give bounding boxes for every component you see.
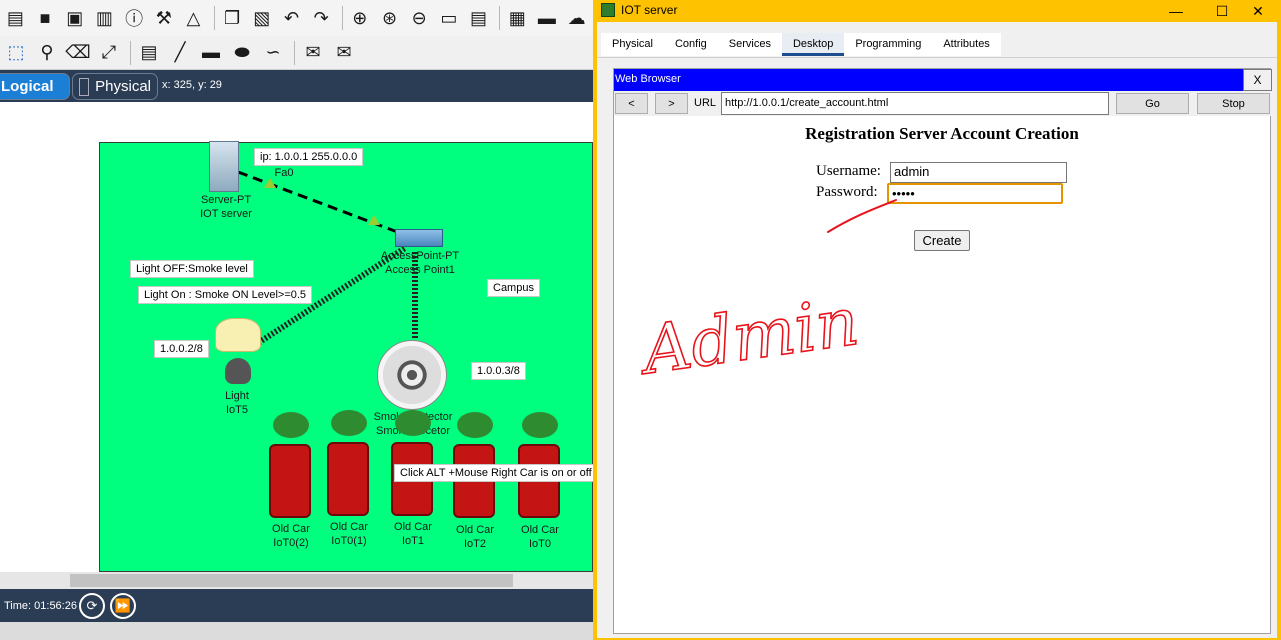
iot-server-window: IOT server — ☐ ✕ Physical Config Service… [593, 0, 1281, 640]
server-ip-note[interactable]: ip: 1.0.0.1 255.0.0.0 [254, 148, 364, 166]
tab-physical[interactable]: Physical [601, 33, 664, 56]
car-name: IoT2 [463, 538, 486, 550]
scrollbar-thumb[interactable] [70, 574, 513, 587]
light-label: Light IoT5 [213, 389, 261, 417]
packet-tracer-workspace: ▤ ■ ▣ ▥ ⓘ ⚒ △ ❐ ▧ ↶ ↷ ⊕ ⊛ ⊖ ▭ ▤ ▦ ▬ ☁ ⬚ … [0, 0, 593, 640]
url-label: URL [694, 97, 717, 109]
car-type: Old Car [272, 523, 310, 535]
access-point-name: Access Point1 [385, 264, 455, 276]
browser-page: Registration Server Account Creation Use… [614, 116, 1270, 633]
url-input[interactable]: http://1.0.0.1/create_account.html [721, 92, 1109, 115]
smoke-detector-icon[interactable] [377, 340, 447, 410]
car-label: Old Car IoT0(2) [265, 522, 317, 550]
tab-config[interactable]: Config [663, 33, 718, 56]
car-type: Old Car [456, 524, 494, 536]
forward-button[interactable]: > [655, 93, 688, 114]
server-icon[interactable] [209, 141, 239, 192]
simulation-time: Time: 01:56:26 [4, 600, 77, 612]
light-type: Light [225, 390, 249, 402]
back-button[interactable]: < [615, 93, 648, 114]
campus-label[interactable]: Campus [487, 279, 540, 297]
browser-header: Web Browser X [614, 69, 1272, 91]
light-name: IoT5 [225, 404, 248, 416]
light-ip-note[interactable]: 1.0.0.2/8 [154, 340, 209, 358]
car-label: Old Car IoT2 [449, 523, 501, 551]
car-type: Old Car [394, 521, 432, 533]
web-browser: Web Browser X < > URL http://1.0.0.1/cre… [613, 68, 1272, 634]
car-label: Old Car IoT1 [387, 520, 439, 548]
car-name: IoT1 [401, 535, 424, 547]
smoke-ip-note[interactable]: 1.0.0.3/8 [471, 362, 526, 380]
access-point-label: AccessPoint-PT Access Point1 [372, 249, 468, 277]
realtime-bar: Time: 01:56:26 ⟳ ⏩ [0, 589, 593, 622]
car-name: IoT0 [528, 538, 551, 550]
car-icon[interactable] [391, 410, 435, 516]
annotation-arrow-stroke [827, 199, 897, 233]
car-name: IoT0(2) [273, 537, 309, 549]
access-point-icon[interactable] [395, 229, 443, 247]
horizontal-scrollbar[interactable] [0, 572, 593, 589]
car-label: Old Car IoT0 [514, 523, 566, 551]
car-icon[interactable] [269, 412, 313, 518]
window-titlebar[interactable]: IOT server — ☐ ✕ [593, 0, 1281, 22]
light-icon[interactable] [209, 318, 265, 386]
browser-nav: < > URL http://1.0.0.1/create_account.ht… [614, 91, 1272, 116]
access-point-type: AccessPoint-PT [380, 250, 460, 262]
tab-services[interactable]: Services [717, 33, 782, 56]
tab-programming[interactable]: Programming [844, 33, 933, 56]
light-on-note[interactable]: Light On : Smoke ON Level>=0.5 [138, 286, 313, 304]
window-client: Physical Config Services Desktop Program… [597, 22, 1277, 638]
server-type: Server-PT [200, 194, 252, 206]
car-hint-note[interactable]: Click ALT +Mouse Right Car is on or off [394, 464, 593, 482]
fast-forward-icon[interactable]: ⏩ [110, 593, 136, 619]
window-title: IOT server [621, 3, 678, 17]
browser-title: Web Browser [615, 73, 681, 85]
stop-button[interactable]: Stop [1197, 93, 1270, 114]
packet-tracer-icon [601, 3, 615, 17]
tab-attributes[interactable]: Attributes [932, 33, 1001, 56]
server-label: Server-PT IOT server [190, 193, 262, 221]
handwritten-text: Admin [633, 283, 864, 390]
minimize-icon[interactable]: — [1153, 0, 1199, 22]
car-name: IoT0(1) [331, 535, 367, 547]
go-button[interactable]: Go [1116, 93, 1189, 114]
port-label: Fa0 [274, 167, 294, 179]
link-status-icon [368, 215, 380, 225]
ethernet-link [237, 170, 409, 238]
car-type: Old Car [330, 521, 368, 533]
server-name: IOT server [200, 208, 252, 220]
power-cycle-icon[interactable]: ⟳ [79, 593, 105, 619]
close-icon[interactable]: ✕ [1235, 0, 1281, 22]
car-label: Old Car IoT0(1) [323, 520, 375, 548]
browser-close-button[interactable]: X [1243, 69, 1272, 91]
device-palette[interactable] [0, 622, 593, 640]
light-off-note[interactable]: Light OFF:Smoke level [130, 260, 254, 278]
car-type: Old Car [521, 524, 559, 536]
tab-divider [597, 57, 1277, 58]
handwritten-annotation: Admin [632, 199, 897, 391]
car-icon[interactable] [327, 410, 371, 516]
tab-desktop[interactable]: Desktop [781, 33, 845, 56]
device-tabs: Physical Config Services Desktop Program… [601, 33, 1001, 56]
